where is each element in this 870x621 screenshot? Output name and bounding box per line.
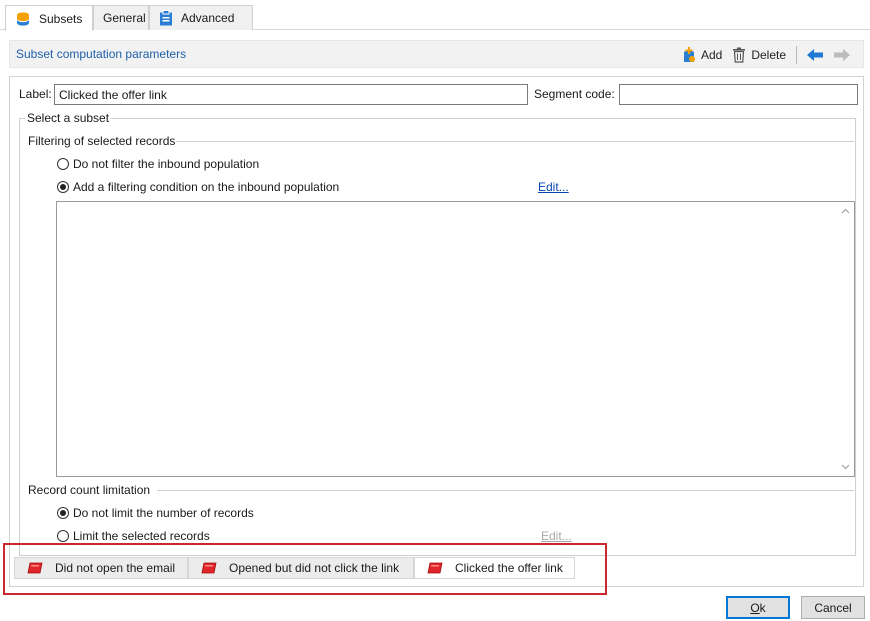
radio-no-filter[interactable]: Do not filter the inbound population [57, 157, 259, 171]
filtering-divider [176, 141, 854, 142]
group-border-corner [19, 118, 25, 119]
limit-edit-link: Edit... [541, 529, 572, 543]
limitation-title: Record count limitation [28, 483, 151, 497]
group-border-top [110, 118, 856, 119]
radio-label: Add a filtering condition on the inbound… [73, 180, 340, 194]
ok-button[interactable]: Ok [726, 596, 790, 619]
segment-code-caption: Segment code: [534, 87, 615, 101]
segment-code-input[interactable] [619, 84, 858, 105]
trash-icon [733, 47, 746, 63]
clipboard-icon [159, 10, 173, 26]
radio-label: Do not filter the inbound population [73, 157, 260, 171]
move-left-button[interactable] [807, 48, 828, 62]
database-icon [15, 11, 31, 27]
filter-condition-area[interactable] [56, 201, 855, 477]
tab-subsets[interactable]: Subsets [5, 5, 93, 31]
limitation-divider [157, 490, 854, 491]
tab-advanced[interactable]: Advanced [149, 5, 253, 30]
subset-panel: Label: Clicked the offer link Segment co… [9, 76, 864, 587]
radio-button[interactable] [57, 158, 69, 170]
scroll-up-icon[interactable] [841, 207, 850, 216]
section-title: Subset computation parameters [16, 47, 187, 61]
delete-label: Delete [751, 48, 786, 62]
add-label: Add [700, 48, 723, 62]
radio-button-checked[interactable] [57, 507, 69, 519]
add-button[interactable]: Add [682, 47, 722, 63]
radio-button-checked[interactable] [57, 181, 69, 193]
move-right-button[interactable] [834, 48, 855, 62]
select-subset-title: Select a subset [27, 111, 110, 125]
highlight-box [3, 543, 607, 595]
toolbar-separator [796, 46, 797, 64]
cancel-label: Cancel [814, 600, 852, 615]
radio-limit-records[interactable]: Limit the selected records [57, 529, 210, 543]
arrow-left-icon [807, 49, 823, 61]
arrow-right-icon [834, 49, 850, 61]
radio-button[interactable] [57, 530, 69, 542]
group-border-right [855, 118, 856, 555]
tab-label: Advanced [181, 11, 235, 25]
radio-no-limit[interactable]: Do not limit the number of records [57, 506, 254, 520]
radio-label: Limit the selected records [73, 529, 210, 543]
radio-label: Do not limit the number of records [73, 506, 254, 520]
tab-label: Subsets [39, 11, 83, 26]
ok-label: Ok [750, 600, 766, 615]
filtering-title: Filtering of selected records [28, 134, 176, 148]
scroll-down-icon[interactable] [841, 462, 850, 471]
top-tab-bar: Subsets General Advanced [0, 0, 870, 31]
toolbar: Add Delete [672, 45, 855, 65]
add-icon [683, 47, 695, 62]
radio-filter-condition[interactable]: Add a filtering condition on the inbound… [57, 180, 339, 194]
filter-edit-link[interactable]: Edit... [538, 180, 569, 194]
tab-label: General [103, 11, 146, 25]
label-input[interactable]: Clicked the offer link [54, 84, 528, 105]
scrollbar[interactable] [837, 202, 854, 476]
group-border-left [19, 118, 20, 555]
label-caption: Label: [19, 87, 52, 101]
cancel-button[interactable]: Cancel [801, 596, 865, 619]
delete-button[interactable]: Delete [732, 47, 786, 63]
tab-general[interactable]: General [93, 5, 149, 30]
section-header: Subset computation parameters Add Delete [9, 40, 864, 68]
